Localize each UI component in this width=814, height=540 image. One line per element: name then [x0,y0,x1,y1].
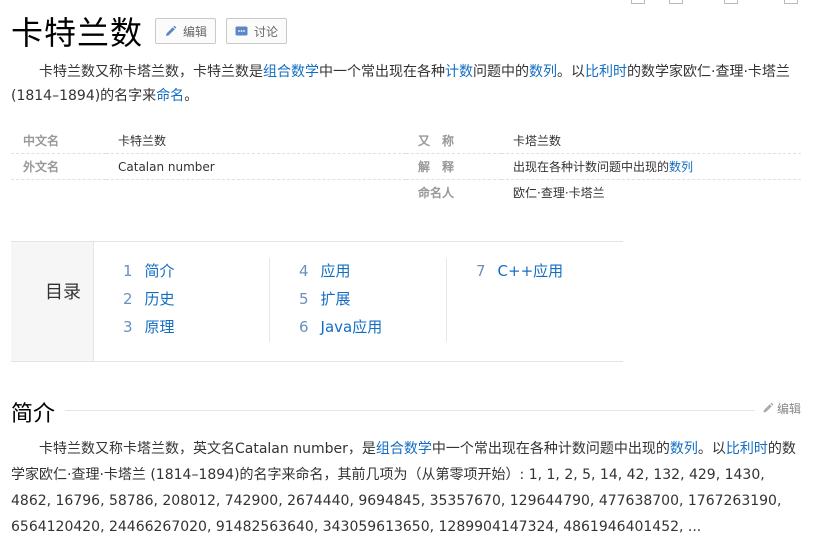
para-text: 中一个常出现在各种计数问题中出现的 [431,441,670,457]
edit-button-label: 编辑 [183,24,208,39]
link-belgium[interactable]: 比利时 [726,441,768,457]
table-of-contents: 目录 1 简介 2 历史 3 原理 4 应用 5 扩展 6 Java应用 7 C++应用 [11,241,623,362]
link-combinatorics[interactable]: 组合数学 [263,64,319,80]
section-divider [65,410,755,411]
toolbar-icon[interactable] [669,0,683,4]
info-value: Catalan number [106,154,406,180]
divider [269,258,270,342]
toc-item-intro[interactable]: 1 简介 [123,260,175,288]
intro-paragraph: 卡特兰数又称卡塔兰数，卡特兰数是组合数学中一个常出现在各种计数问题中的数列。以比… [11,60,801,108]
info-key: 解 释 [406,154,501,180]
top-bar [0,0,814,3]
toolbar-icon[interactable] [631,0,645,4]
toc-label: 扩展 [320,290,351,308]
toc-number: 1 [123,262,133,280]
toolbar-icon[interactable] [724,0,738,4]
section-edit-button[interactable]: 编辑 [762,400,801,417]
toc-number: 5 [299,290,309,308]
intro-text: 问题中的 [473,64,529,80]
info-box: 中文名 卡特兰数 又 称 卡塔兰数 外文名 Catalan number 解 释… [11,128,801,206]
toc-label: 原理 [144,318,175,336]
info-row: 外文名 Catalan number 解 释 出现在各种计数问题中出现的数列 [11,154,801,180]
info-value-empty [106,180,406,206]
info-key: 外文名 [11,154,106,180]
edit-button[interactable]: 编辑 [155,18,217,44]
toc-item-principle[interactable]: 3 原理 [123,316,175,344]
info-key: 又 称 [406,128,501,154]
pencil-icon [763,402,774,413]
link-sequence[interactable]: 数列 [670,441,698,457]
link-counting[interactable]: 计数 [445,64,473,80]
link-naming[interactable]: 命名 [156,88,184,104]
info-row: 命名人 欧仁·查理·卡塔兰 [11,180,801,206]
section-edit-label: 编辑 [776,402,801,416]
link-sequence[interactable]: 数列 [529,64,557,80]
toc-number: 3 [123,318,133,336]
info-value: 卡塔兰数 [501,128,801,154]
toc-title: 目录 [45,282,81,303]
info-key: 命名人 [418,186,455,200]
toolbar-icon[interactable] [784,0,798,4]
toc-item-cpp[interactable]: 7 C++应用 [476,260,563,288]
info-value-text: 出现在各种计数问题中出现的 [513,160,670,174]
info-value: 出现在各种计数问题中出现的数列 [501,154,801,180]
chat-bubble-icon [235,26,248,35]
info-value: 欧仁·查理·卡塔兰 [513,186,605,200]
para-text: 。以 [697,441,726,457]
info-value: 卡特兰数 [106,128,406,154]
intro-text: 卡特兰数又称卡塔兰数，卡特兰数是 [39,64,263,80]
toc-label: Java应用 [320,318,383,336]
intro-text: 。 [184,88,199,104]
toc-column: 4 应用 5 扩展 6 Java应用 [299,260,382,344]
toc-number: 4 [299,262,309,280]
toc-item-extension[interactable]: 5 扩展 [299,288,382,316]
divider [446,258,447,342]
toc-label: 简介 [144,262,175,280]
link-belgium[interactable]: 比利时 [585,64,627,80]
toc-item-history[interactable]: 2 历史 [123,288,175,316]
para-text: 卡特兰数又称卡塔兰数，英文名Catalan number，是 [39,441,376,457]
info-key-empty [11,180,106,206]
toc-item-java[interactable]: 6 Java应用 [299,316,382,344]
toc-item-application[interactable]: 4 应用 [299,260,382,288]
info-row: 中文名 卡特兰数 又 称 卡塔兰数 [11,128,801,154]
toc-label: C++应用 [497,262,564,280]
toc-label: 历史 [144,290,175,308]
section-title: 简介 [11,396,66,428]
toc-header: 目录 [11,242,94,361]
toc-column: 7 C++应用 [476,260,563,288]
section-paragraph: 卡特兰数又称卡塔兰数，英文名Catalan number，是组合数学中一个常出现… [11,436,801,540]
toc-label: 应用 [320,262,351,280]
discuss-button[interactable]: 讨论 [226,18,288,44]
page-title: 卡特兰数 [11,14,144,52]
title-row: 卡特兰数 编辑 讨论 [11,8,288,54]
section-header-intro: 简介 编辑 [11,396,801,428]
toc-number: 6 [299,318,309,336]
discuss-button-label: 讨论 [254,24,279,39]
info-key: 中文名 [11,128,106,154]
intro-text: 。以 [557,64,585,80]
intro-text: 中一个常出现在各种 [319,64,445,80]
link-sequence-info[interactable]: 数列 [669,160,693,174]
toc-column: 1 简介 2 历史 3 原理 [123,260,175,344]
toc-number: 7 [476,262,486,280]
pencil-icon [166,25,177,36]
toc-number: 2 [123,290,133,308]
link-combinatorics[interactable]: 组合数学 [376,441,432,457]
